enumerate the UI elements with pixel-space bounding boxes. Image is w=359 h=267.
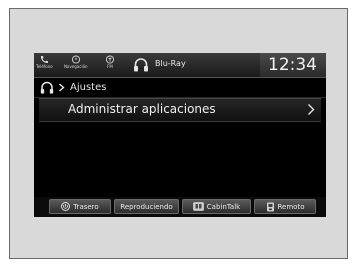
bottom-bar: Trasero Reproduciendo CabinTalk Remoto xyxy=(34,197,326,217)
radio-icon xyxy=(105,55,115,64)
remote-button[interactable]: Remoto xyxy=(254,199,316,214)
fm-label: FM xyxy=(107,64,113,69)
playing-button[interactable]: Reproduciendo xyxy=(114,199,179,214)
chevron-right-icon xyxy=(59,83,65,92)
rear-label: Trasero xyxy=(73,202,99,211)
navigation-label: Navegación xyxy=(64,64,88,69)
list-item-manage-apps[interactable]: Administrar aplicaciones xyxy=(39,98,321,122)
power-icon xyxy=(61,202,71,211)
remote-label: Remoto xyxy=(277,202,305,211)
fm-shortcut[interactable]: FM xyxy=(105,55,115,69)
cabintalk-label: CabinTalk xyxy=(206,202,241,211)
playing-label: Reproduciendo xyxy=(120,202,173,211)
compass-icon xyxy=(71,55,80,64)
headphones-icon[interactable] xyxy=(40,81,54,94)
phone-shortcut[interactable]: Teléfono xyxy=(36,55,53,69)
chevron-right-icon xyxy=(308,104,315,115)
breadcrumb: Ajustes xyxy=(34,78,326,98)
phone-icon xyxy=(41,56,49,64)
phone-label: Teléfono xyxy=(36,64,53,69)
cabin-seat-icon xyxy=(192,202,204,211)
remote-icon xyxy=(266,202,274,211)
infotainment-screen: Teléfono Navegación FM Blu-Ray 12:34 Aju… xyxy=(34,53,326,217)
list-item-label: Administrar aplicaciones xyxy=(68,102,216,116)
breadcrumb-title: Ajustes xyxy=(70,82,107,93)
clock: 12:34 xyxy=(268,55,317,75)
navigation-shortcut[interactable]: Navegación xyxy=(64,55,88,69)
rear-button[interactable]: Trasero xyxy=(49,199,111,214)
headphones-icon xyxy=(134,58,148,72)
cabintalk-button[interactable]: CabinTalk xyxy=(182,199,251,214)
status-bar: Teléfono Navegación FM Blu-Ray 12:34 xyxy=(34,53,326,78)
figure-frame: Teléfono Navegación FM Blu-Ray 12:34 Aju… xyxy=(9,8,348,259)
audio-source-label: Blu-Ray xyxy=(155,59,186,68)
